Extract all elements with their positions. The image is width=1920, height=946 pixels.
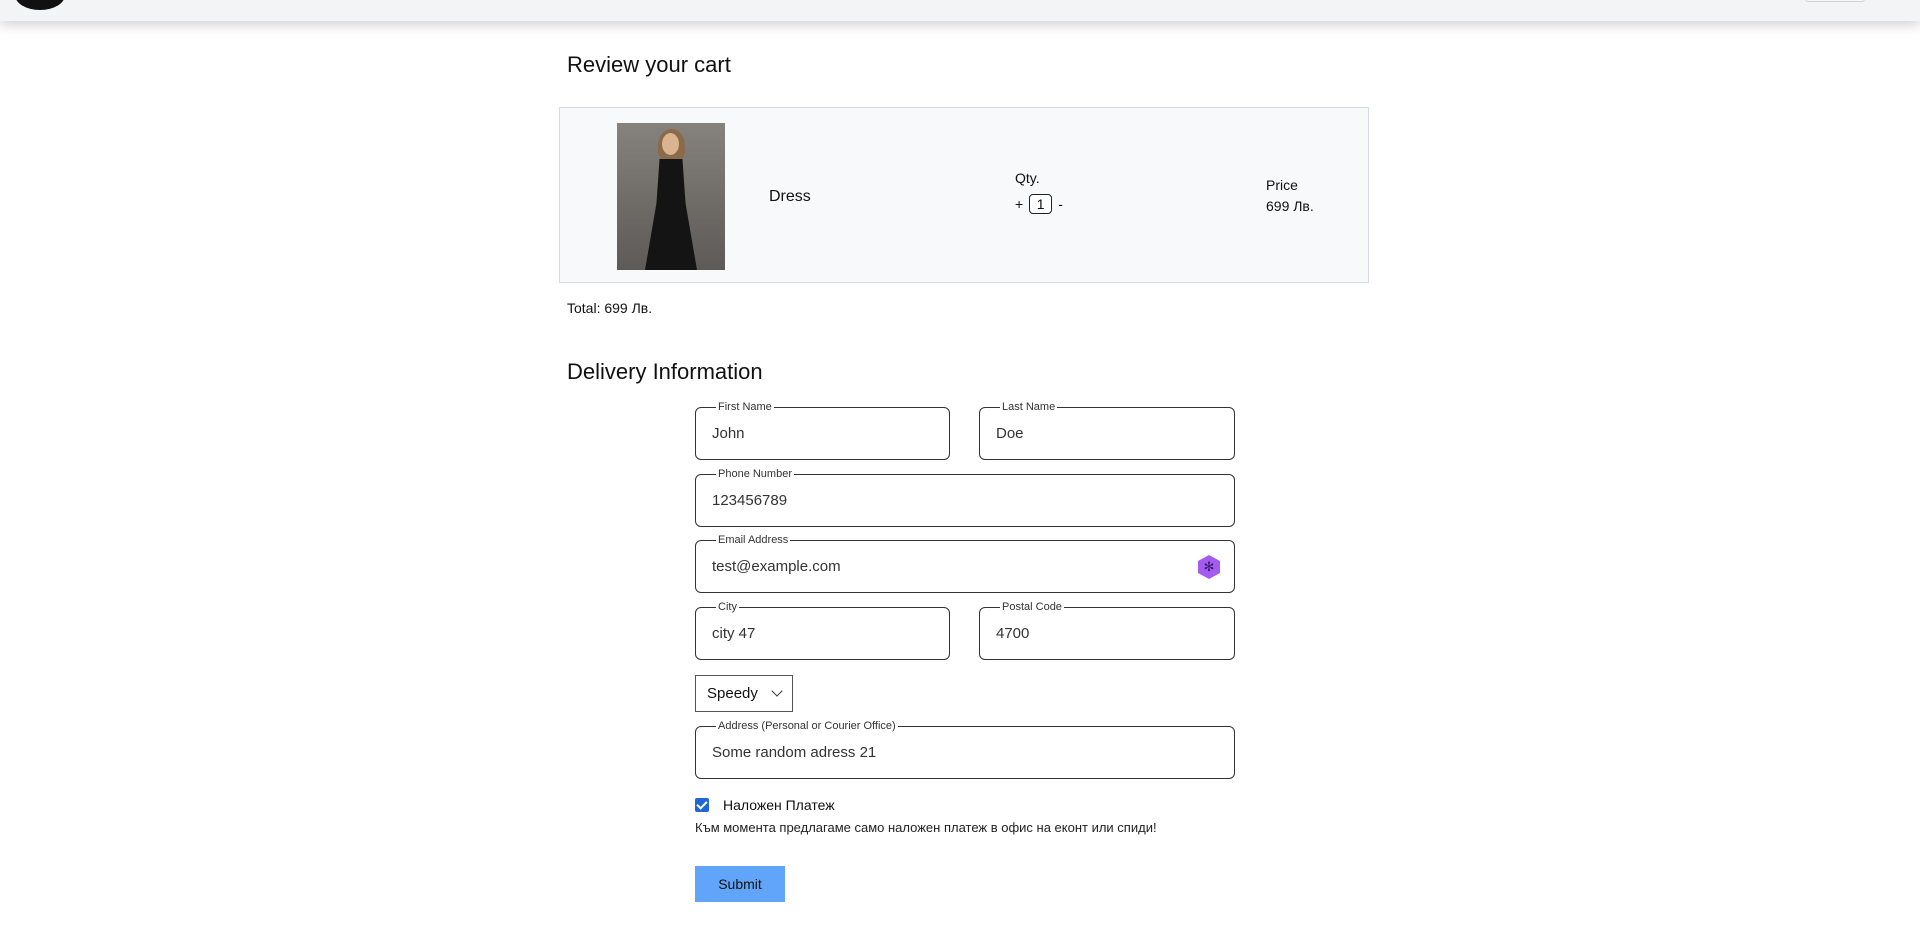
qty-decrease-button[interactable]: - xyxy=(1058,197,1063,211)
city-field: City xyxy=(695,600,950,660)
phone-input[interactable] xyxy=(710,491,1145,510)
last-name-label: Last Name xyxy=(1000,400,1058,414)
cart-title: Review your cart xyxy=(567,52,731,77)
courier-select[interactable]: Speedy xyxy=(695,675,793,712)
quantity-stepper: + 1 - xyxy=(1015,194,1063,214)
city-label: City xyxy=(716,600,739,614)
first-name-field: First Name xyxy=(695,400,950,460)
cart-item: Dress Qty. + 1 - Price 699 Лв. xyxy=(559,107,1369,283)
price-value: 699 Лв. xyxy=(1266,198,1314,214)
price-label: Price xyxy=(1266,177,1298,193)
cod-checkbox[interactable] xyxy=(695,798,709,812)
last-name-field: Last Name xyxy=(979,400,1235,460)
product-image xyxy=(617,123,725,270)
qty-value: 1 xyxy=(1029,194,1053,214)
phone-field: Phone Number xyxy=(695,467,1235,527)
first-name-input[interactable] xyxy=(710,424,917,443)
first-name-label: First Name xyxy=(716,400,774,414)
qty-label: Qty. xyxy=(1015,170,1040,186)
top-navbar xyxy=(0,0,1920,21)
chevron-down-icon xyxy=(771,685,783,697)
courier-select-value: Speedy xyxy=(707,685,758,702)
postal-code-input[interactable] xyxy=(994,624,1202,643)
email-field: Email Address ✻ xyxy=(695,533,1235,593)
city-input[interactable] xyxy=(710,624,917,643)
submit-button[interactable]: Submit xyxy=(695,866,785,902)
cod-checkbox-label: Наложен Платеж xyxy=(723,797,835,813)
address-field: Address (Personal or Courier Office) xyxy=(695,719,1235,779)
phone-label: Phone Number xyxy=(716,467,794,481)
postal-code-label: Postal Code xyxy=(1000,600,1064,614)
last-name-input[interactable] xyxy=(994,424,1202,443)
qty-increase-button[interactable]: + xyxy=(1015,197,1023,211)
delivery-title: Delivery Information xyxy=(567,359,763,384)
address-label: Address (Personal or Courier Office) xyxy=(716,719,898,733)
nav-button[interactable] xyxy=(1805,0,1865,2)
postal-code-field: Postal Code xyxy=(979,600,1235,660)
email-input[interactable] xyxy=(710,557,1145,576)
payment-note: Към момента предлагаме само наложен плат… xyxy=(695,820,1157,835)
email-label: Email Address xyxy=(716,533,791,547)
cart-total: Total: 699 Лв. xyxy=(567,300,653,316)
extension-hex-icon[interactable]: ✻ xyxy=(1198,555,1220,579)
address-input[interactable] xyxy=(710,743,1145,762)
product-name: Dress xyxy=(769,188,811,205)
logo[interactable] xyxy=(15,0,65,10)
